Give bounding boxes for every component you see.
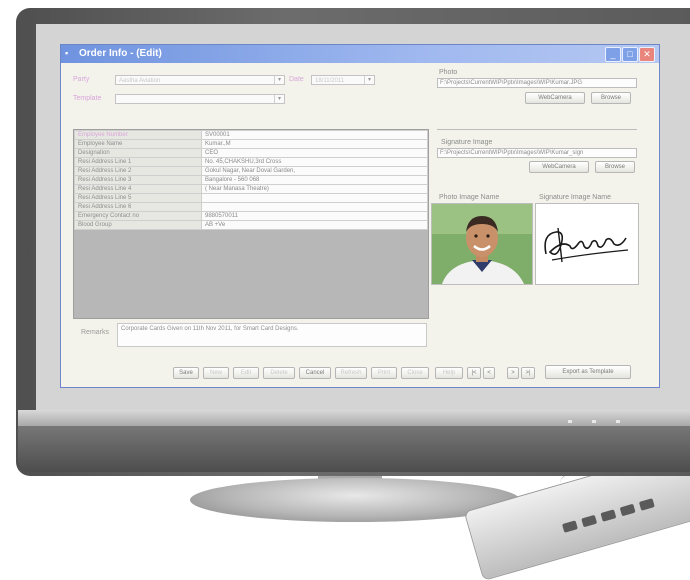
monitor-led xyxy=(568,420,572,423)
keyboard-key xyxy=(600,509,617,522)
chevron-down-icon[interactable]: ▾ xyxy=(274,76,284,84)
last-record-button[interactable]: >| xyxy=(521,367,535,379)
table-row[interactable]: Employee Name Kumar.,M xyxy=(74,139,428,149)
new-button[interactable]: New xyxy=(203,367,229,379)
party-value: Aastha Aviation xyxy=(119,78,161,84)
save-button[interactable]: Save xyxy=(173,367,199,379)
keyboard-key xyxy=(561,520,578,533)
field-name: Resi Address Line 5 xyxy=(74,193,202,203)
edit-button[interactable]: Edit xyxy=(233,367,259,379)
table-row[interactable]: Resi Address Line 3 Bangalore - 560 068 xyxy=(74,175,428,185)
remarks-label: Remarks xyxy=(81,329,110,336)
table-row[interactable]: Resi Address Line 2 Gokul Nagar, Near Dov… xyxy=(74,166,428,176)
window-titlebar[interactable]: ▪ Order Info - (Edit) _ □ ✕ xyxy=(61,45,659,63)
template-label: Template xyxy=(73,95,102,102)
first-record-button[interactable]: |< xyxy=(467,367,481,379)
table-row[interactable]: Designation CEO xyxy=(74,148,428,158)
keyboard-key xyxy=(638,498,655,511)
maximize-button[interactable]: □ xyxy=(622,47,638,62)
field-value[interactable]: Kumar.,M xyxy=(201,139,428,149)
divider xyxy=(437,129,637,130)
delete-button[interactable]: Delete xyxy=(263,367,295,379)
monitor-chin xyxy=(18,426,690,472)
party-dropdown[interactable]: Aastha Aviation ▾ xyxy=(115,75,285,85)
chevron-down-icon[interactable]: ▾ xyxy=(274,95,284,103)
field-value[interactable]: ( Near Manasa Theatre) xyxy=(201,184,428,194)
minimize-button[interactable]: _ xyxy=(605,47,621,62)
party-label: Party xyxy=(73,76,90,83)
field-name: Employee Name xyxy=(74,139,202,149)
field-value[interactable]: No. 45,CHAKSHU,3rd Cross xyxy=(201,157,428,167)
photo-path-field[interactable]: F:\Projects\CurrentWIP\Pptx\Images\WIP\K… xyxy=(437,78,637,88)
refresh-button[interactable]: Refresh xyxy=(335,367,367,379)
remarks-textarea[interactable]: Corporate Cards Given on 11th Nov 2011, … xyxy=(117,323,427,347)
signature-browse-button[interactable]: Browse xyxy=(595,161,635,173)
photo-image-name-label: Photo Image Name xyxy=(439,194,500,201)
field-name: Resi Address Line 1 xyxy=(74,157,202,167)
signature-image xyxy=(535,203,639,285)
field-value[interactable]: 9880570011 xyxy=(201,211,428,221)
keyboard-key xyxy=(619,503,636,517)
table-row[interactable]: Resi Address Line 5 xyxy=(74,193,428,203)
signature-icon xyxy=(544,227,629,263)
next-record-button[interactable]: > xyxy=(507,367,519,379)
print-button[interactable]: Print xyxy=(371,367,397,379)
photo-webcam-button[interactable]: WebCamera xyxy=(525,92,585,104)
person-portrait-icon xyxy=(432,204,532,284)
employee-details-grid: Employee Number SV00001 Employee Name Kuma… xyxy=(73,129,429,319)
date-value: 18/11/2011 xyxy=(315,78,345,84)
monitor-bottom-strip xyxy=(18,410,690,426)
keyboard-key xyxy=(581,514,598,528)
field-name: Resi Address Line 4 xyxy=(74,184,202,194)
date-picker[interactable]: 18/11/2011 ▾ xyxy=(311,75,375,85)
signature-webcam-button[interactable]: WebCamera xyxy=(529,161,589,173)
field-value[interactable]: CEO xyxy=(201,148,428,158)
signature-label: Signature Image xyxy=(441,139,493,146)
close-button[interactable]: ✕ xyxy=(639,47,655,62)
close-form-button[interactable]: Close xyxy=(401,367,429,379)
app-icon: ▪ xyxy=(65,48,69,58)
employee-photo xyxy=(431,203,533,285)
field-name: Blood Group xyxy=(74,220,202,230)
field-name: Emergency Contact no xyxy=(74,211,202,221)
field-name: Resi Address Line 3 xyxy=(74,175,202,185)
order-info-window: ▪ Order Info - (Edit) _ □ ✕ Party Aastha… xyxy=(60,44,660,388)
signature-path-field[interactable]: F:\Projects\CurrentWIP\Pptx\Images\WIP\K… xyxy=(437,148,637,158)
field-name: Resi Address Line 6 xyxy=(74,202,202,212)
field-name: Employee Number xyxy=(74,130,202,140)
table-row[interactable]: Resi Address Line 6 xyxy=(74,202,428,212)
table-row[interactable]: Emergency Contact no 9880570011 xyxy=(74,211,428,221)
prev-record-button[interactable]: < xyxy=(483,367,495,379)
help-button[interactable]: Help xyxy=(435,367,463,379)
field-value[interactable]: Bangalore - 560 068 xyxy=(201,175,428,185)
date-label: Date xyxy=(289,76,304,83)
table-row[interactable]: Blood Group AB +Ve xyxy=(74,220,428,230)
table-row[interactable]: Resi Address Line 1 No. 45,CHAKSHU,3rd Cr… xyxy=(74,157,428,167)
field-value[interactable] xyxy=(201,202,428,212)
export-as-template-button[interactable]: Export as Template xyxy=(545,365,631,379)
monitor-led xyxy=(616,420,620,423)
monitor-led xyxy=(592,420,596,423)
field-value[interactable]: Gokul Nagar, Near Doval Garden, xyxy=(201,166,428,176)
table-row[interactable]: Employee Number SV00001 xyxy=(74,130,428,140)
field-name: Designation xyxy=(74,148,202,158)
field-value[interactable]: AB +Ve xyxy=(201,220,428,230)
photo-label: Photo xyxy=(439,69,458,76)
field-value[interactable] xyxy=(201,193,428,203)
table-row[interactable]: Resi Address Line 4( Near Manasa Theatre… xyxy=(74,184,428,194)
cancel-button[interactable]: Cancel xyxy=(299,367,331,379)
window-title: Order Info - (Edit) xyxy=(79,48,162,59)
details-table: Employee Number SV00001 Employee Name Kuma… xyxy=(74,130,428,230)
field-name: Resi Address Line 2 xyxy=(74,166,202,176)
field-value[interactable]: SV00001 xyxy=(201,130,428,140)
chevron-down-icon[interactable]: ▾ xyxy=(364,76,374,84)
photo-browse-button[interactable]: Browse xyxy=(591,92,631,104)
signature-image-name-label: Signature Image Name xyxy=(539,194,611,201)
template-dropdown[interactable]: ▾ xyxy=(115,94,285,104)
